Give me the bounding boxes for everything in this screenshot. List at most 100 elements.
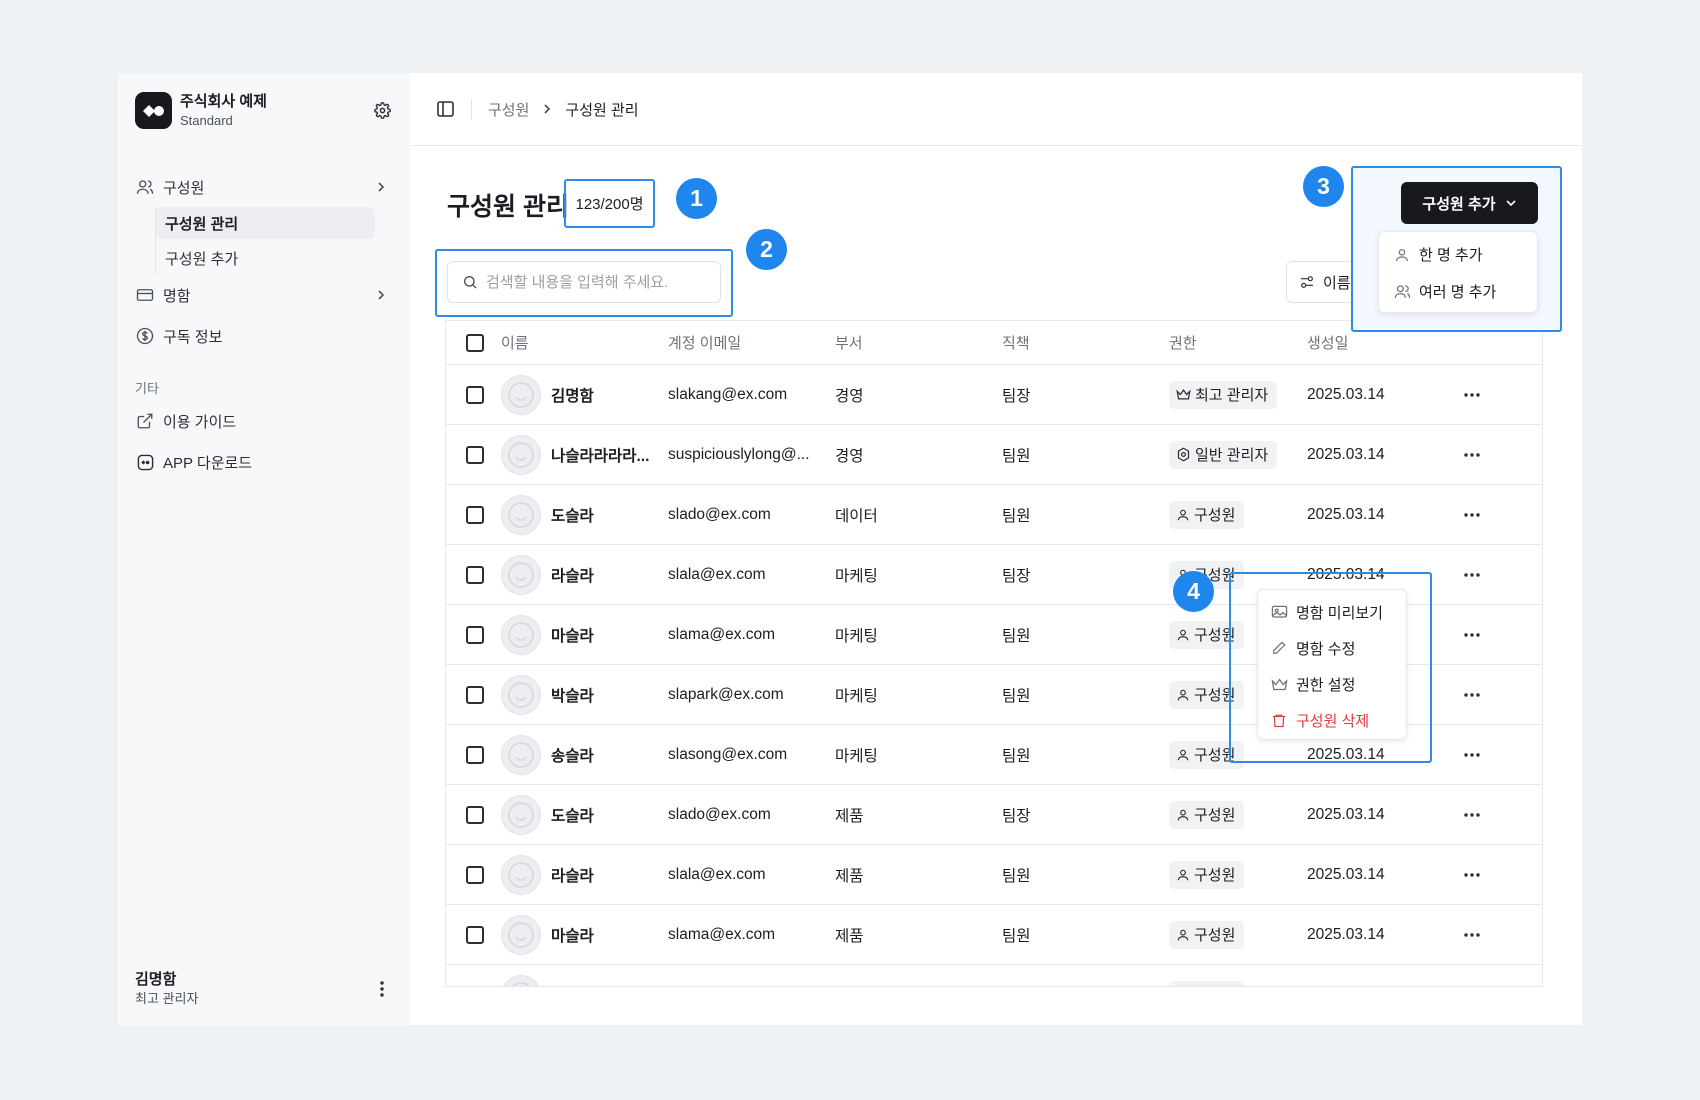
main-content: 구성원 구성원 관리 구성원 관리 123/200명 1 2 이름	[410, 73, 1582, 1025]
member-name: 나슬라라라라...	[551, 447, 650, 465]
menu-item-add-many[interactable]: 여러 명 추가	[1379, 273, 1537, 310]
row-checkbox[interactable]	[465, 865, 484, 884]
sidebar-item-member-add[interactable]: 구성원 추가	[156, 242, 393, 274]
menu-item-delete-member[interactable]: 구성원 삭제	[1258, 702, 1406, 738]
sidebar-item-app-download[interactable]: APP 다운로드	[135, 445, 393, 479]
column-header-name[interactable]: 이름	[501, 332, 668, 353]
image-card-icon	[1270, 603, 1288, 621]
row-checkbox[interactable]	[465, 925, 484, 944]
avatar	[501, 554, 541, 595]
member-dept: 제품	[835, 867, 864, 885]
role-badge: 최고 관리자	[1169, 380, 1278, 409]
more-horizontal-icon[interactable]	[1461, 744, 1483, 766]
table-row[interactable]: 도슬라 slado@ex.com 데이터 팀원 구성원 2025.03.14	[446, 485, 1542, 545]
shield-icon	[1176, 447, 1191, 462]
table-row[interactable]: 나슬라라라라... suspiciouslylong@... 경영 팀원 일반 관리자 2…	[446, 425, 1542, 485]
member-name: 라슬라	[551, 567, 594, 585]
column-header-date[interactable]: 생성일	[1307, 332, 1455, 353]
member-email: slala@ex.com	[668, 865, 766, 883]
row-checkbox[interactable]	[465, 805, 484, 824]
search-callout	[435, 249, 733, 317]
more-horizontal-icon[interactable]	[1461, 564, 1483, 586]
sidebar: 주식회사 예제 Standard 구성원 구성원 관리 구성원 추가 명함 구독…	[118, 73, 410, 1025]
row-checkbox[interactable]	[465, 565, 484, 584]
member-title: 팀원	[1002, 927, 1031, 945]
gear-icon[interactable]	[371, 100, 393, 122]
menu-item-permission[interactable]: 권한 설정	[1258, 666, 1406, 702]
search-input[interactable]	[486, 273, 706, 291]
pencil-icon	[1270, 639, 1288, 657]
member-email: slasong@ex.com	[668, 745, 788, 763]
member-email: slado@ex.com	[668, 505, 771, 523]
member-dept: 제품	[835, 984, 1002, 987]
more-horizontal-icon[interactable]	[1461, 624, 1483, 646]
role-badge: 구성원	[1169, 860, 1245, 889]
member-created-date: 2025.03.14	[1307, 805, 1385, 823]
member-name: 라슬라	[551, 867, 594, 885]
table-row[interactable]: 마슬라 slama@ex.com 제품 팀원 구성원 2025.03.14	[446, 905, 1542, 965]
member-title: 팀원	[1002, 687, 1031, 705]
select-all-checkbox[interactable]	[465, 333, 484, 352]
menu-item-card-preview[interactable]: 명함 미리보기	[1258, 594, 1406, 630]
sidebar-nav: 구성원 구성원 관리 구성원 추가 명함 구독 정보 기타 이용 가이드 APP…	[135, 170, 393, 479]
current-user: 김명함 최고 관리자	[135, 971, 393, 1007]
menu-item-add-one[interactable]: 한 명 추가	[1379, 236, 1537, 273]
more-vertical-icon[interactable]	[371, 978, 393, 1000]
more-horizontal-icon[interactable]	[1461, 864, 1483, 886]
sidebar-toggle-icon[interactable]	[435, 99, 455, 119]
add-member-callout: 구성원 추가 한 명 추가 여러 명 추가	[1351, 166, 1562, 332]
member-dept: 마케팅	[835, 687, 878, 705]
sidebar-item-members[interactable]: 구성원	[135, 170, 393, 204]
member-name: 박슬라	[551, 984, 594, 987]
row-checkbox[interactable]	[465, 625, 484, 644]
more-horizontal-icon[interactable]	[1461, 384, 1483, 406]
row-checkbox[interactable]	[465, 505, 484, 524]
person-icon	[1176, 868, 1190, 882]
member-dept: 마케팅	[835, 747, 878, 765]
table-row[interactable]: 김명함 slakang@ex.com 경영 팀장 최고 관리자 2025.03.14	[446, 365, 1542, 425]
org-name: 주식회사 예제	[180, 92, 267, 110]
row-checkbox[interactable]	[465, 985, 484, 986]
menu-item-label: 한 명 추가	[1419, 247, 1483, 264]
more-horizontal-icon[interactable]	[1461, 984, 1483, 987]
column-header-role[interactable]: 권한	[1169, 332, 1307, 353]
avatar	[501, 434, 541, 475]
trash-icon	[1270, 711, 1288, 729]
row-checkbox[interactable]	[465, 385, 484, 404]
table-row[interactable]: 박슬라 slapark@ex.com제품팀원 구성원 2025.03.14	[446, 965, 1542, 987]
member-title: 팀장	[1002, 387, 1031, 405]
column-header-title[interactable]: 직책	[1002, 332, 1169, 353]
column-header-email[interactable]: 계정 이메일	[668, 332, 835, 353]
member-name: 마슬라	[551, 627, 594, 645]
role-badge: 구성원	[1169, 500, 1245, 529]
table-row[interactable]: 라슬라 slala@ex.com 제품 팀원 구성원 2025.03.14	[446, 845, 1542, 905]
row-checkbox[interactable]	[465, 445, 484, 464]
member-created-date: 2025.03.14	[1307, 385, 1385, 403]
more-horizontal-icon[interactable]	[1461, 444, 1483, 466]
add-member-button[interactable]: 구성원 추가	[1401, 182, 1538, 224]
column-header-dept[interactable]: 부서	[835, 332, 1002, 353]
sidebar-item-label: 구독 정보	[163, 328, 223, 346]
member-title: 팀원	[1002, 627, 1031, 645]
user-name: 김명함	[135, 971, 177, 988]
row-checkbox[interactable]	[465, 685, 484, 704]
sidebar-item-guide[interactable]: 이용 가이드	[135, 404, 393, 438]
add-member-label: 구성원 추가	[1422, 195, 1496, 213]
table-row[interactable]: 도슬라 slado@ex.com 제품 팀장 구성원 2025.03.14	[446, 785, 1542, 845]
menu-item-label: 여러 명 추가	[1419, 284, 1497, 301]
more-horizontal-icon[interactable]	[1461, 804, 1483, 826]
more-horizontal-icon[interactable]	[1461, 504, 1483, 526]
breadcrumb-parent[interactable]: 구성원	[488, 99, 529, 120]
sidebar-item-member-management[interactable]: 구성원 관리	[156, 207, 375, 239]
external-link-icon	[135, 411, 155, 431]
more-horizontal-icon[interactable]	[1461, 924, 1483, 946]
sidebar-item-cards[interactable]: 명함	[135, 278, 393, 312]
avatar	[501, 614, 541, 655]
more-horizontal-icon[interactable]	[1461, 684, 1483, 706]
row-checkbox[interactable]	[465, 745, 484, 764]
sidebar-item-subscription[interactable]: 구독 정보	[135, 319, 393, 353]
menu-item-card-edit[interactable]: 명함 수정	[1258, 630, 1406, 666]
member-name: 송슬라	[551, 747, 594, 765]
member-created-date: 2025.03.14	[1307, 445, 1385, 463]
avatar	[501, 734, 541, 775]
